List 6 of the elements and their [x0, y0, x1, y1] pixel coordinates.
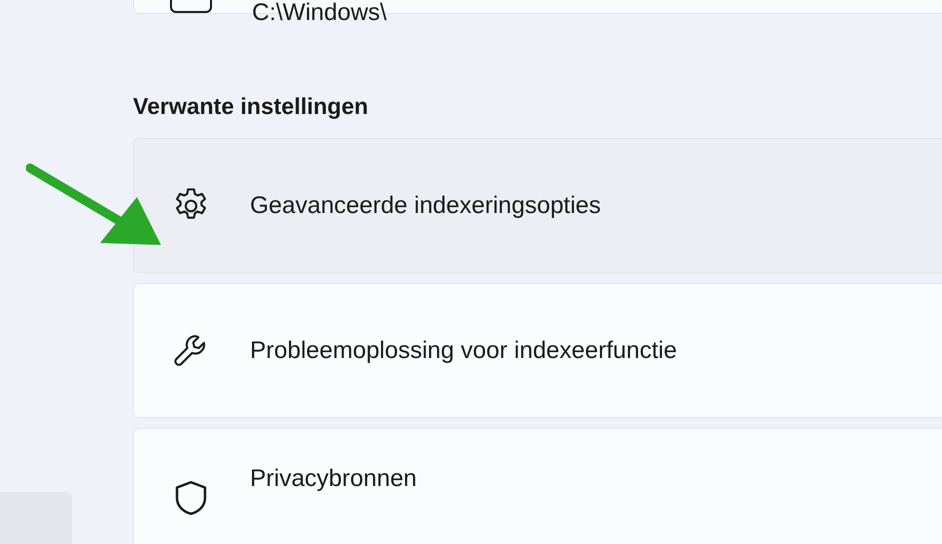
settings-link[interactable]: Geavanceerde indexeringsopties — [133, 138, 942, 273]
settings-link[interactable]: Privacybronnen — [133, 428, 942, 544]
folder-path: C:\Windows\ — [252, 0, 387, 27]
settings-link[interactable]: Probleemoplossing voor indexeerfunctie — [133, 283, 942, 418]
section-heading: Verwante instellingen — [133, 92, 368, 120]
drive-icon — [170, 0, 212, 13]
